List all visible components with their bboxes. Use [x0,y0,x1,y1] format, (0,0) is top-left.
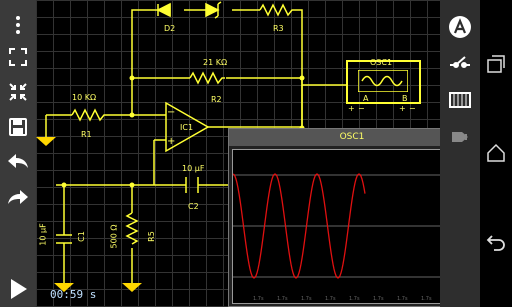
redo-icon [8,190,28,204]
c1-name-label: C1 [76,231,86,242]
add-component-button[interactable] [445,12,475,42]
oscilloscope-trace: 1.7s1.7s1.7s1.7s1.7s1.7s1.7s1.7s1.7s1.7s [233,173,471,302]
fullscreen-icon [9,48,27,66]
time-tick-label: 1.7s [277,296,288,302]
osc-component-name-label: OSC1 [370,58,393,67]
c2-value-label: 10 µF [182,164,205,173]
osc-a-label: A [363,94,369,103]
sine-wave-icon [358,70,408,92]
opamp-plus-label: + [167,136,176,147]
fullscreen-button[interactable] [3,42,33,72]
time-tick-label: 1.7s [301,296,312,302]
oscilloscope-panel[interactable]: OSC1 1.7s1.7s1.7s1.7s1.7s1.7s1.7s1.7s1.7… [228,128,476,307]
simulation-clock: 00:59 s [50,288,97,301]
d2-name-label: D2 [164,24,176,33]
undo-button[interactable] [3,146,33,176]
home-button[interactable] [484,141,508,165]
c2-name-label: C2 [188,202,199,211]
recents-icon [487,55,505,73]
add-component-icon [449,16,471,38]
osc-b-label: B [402,94,408,103]
osc-b-plus-label: + [399,104,406,113]
osc-a-minus-label: − [358,104,365,113]
home-icon [487,143,505,162]
r5-name-label: R5 [146,231,156,242]
r2-value-label: 21 KΩ [203,58,228,67]
c1-value-label: 10 µF [38,223,48,246]
r1-name-label: R1 [81,130,92,139]
time-tick-label: 1.7s [253,296,264,302]
more-vert-icon [16,16,20,34]
shrink-icon [9,83,27,101]
plug-icon [452,132,468,142]
battery-button[interactable] [445,85,475,115]
time-tick-label: 1.7s [421,296,432,302]
oscilloscope-title: OSC1 [229,129,475,146]
play-button[interactable] [3,274,33,304]
undo-icon [8,154,28,168]
switch-icon [450,56,470,68]
r1-value-label: 10 KΩ [72,93,97,102]
time-tick-label: 1.7s [373,296,384,302]
save-button[interactable] [3,112,33,142]
left-toolbar [0,0,36,307]
recents-button[interactable] [484,52,508,76]
opamp-minus-label: − [167,107,176,118]
right-toolbar [440,0,480,307]
time-tick-label: 1.7s [397,296,408,302]
plug-button[interactable] [445,122,475,152]
save-icon [9,118,27,136]
system-nav-bar [480,0,512,307]
oscilloscope-screen: 1.7s1.7s1.7s1.7s1.7s1.7s1.7s1.7s1.7s1.7s [232,149,472,304]
osc-a-plus-label: + [348,104,355,113]
back-icon [486,235,505,251]
ic1-name-label: IC1 [180,123,194,132]
redo-button[interactable] [3,182,33,212]
osc-b-minus-label: − [409,104,416,113]
r3-name-label: R3 [273,24,284,33]
fit-view-button[interactable] [3,77,33,107]
r2-name-label: R2 [211,95,222,104]
back-button[interactable] [484,230,508,254]
time-tick-label: 1.7s [349,296,360,302]
r5-value-label: 500 Ω [109,224,119,249]
switch-button[interactable] [445,50,475,80]
time-tick-label: 1.7s [325,296,336,302]
menu-button[interactable] [3,10,33,40]
battery-icon [449,92,471,108]
play-icon [11,279,27,299]
